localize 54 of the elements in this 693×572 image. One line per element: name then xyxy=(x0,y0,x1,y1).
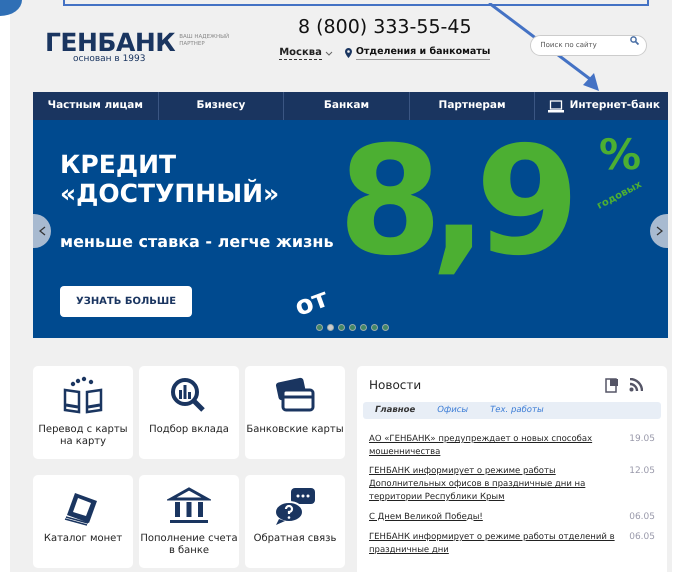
service-label: Пополнение счета в банке xyxy=(139,532,239,556)
news-tab[interactable]: Тех. работы xyxy=(490,404,544,417)
news-date: 06.05 xyxy=(629,531,655,544)
chevron-right-icon xyxy=(656,226,662,236)
rss-icon[interactable] xyxy=(629,378,643,392)
laptop-icon xyxy=(548,100,564,112)
rate-prefix: от xyxy=(292,285,332,321)
service-tile[interactable]: Пополнение счета в банке xyxy=(139,474,239,568)
carousel-dot[interactable] xyxy=(382,324,389,331)
news-date: 06.05 xyxy=(629,510,655,524)
search-icon[interactable] xyxy=(630,36,640,45)
carousel-dot[interactable] xyxy=(349,324,356,331)
chevron-left-icon xyxy=(38,226,46,236)
carousel-dot[interactable] xyxy=(327,324,334,331)
news-date: 19.05 xyxy=(629,432,655,446)
service-label: Банковские карты xyxy=(246,424,344,436)
carousel-dot[interactable] xyxy=(338,324,345,331)
carousel-dot[interactable] xyxy=(360,324,367,331)
phone-number: 8 (800) 333-55-45 xyxy=(298,18,472,37)
banner-subtitle: меньше ставка - легче жизнь xyxy=(60,231,334,253)
carousel-left-button[interactable] xyxy=(33,214,51,248)
carousel-dot[interactable] xyxy=(371,324,378,331)
news-tab[interactable]: Офисы xyxy=(437,404,468,417)
banner-title: КРЕДИТ xyxy=(60,149,176,179)
learn-more-button[interactable]: УЗНАТЬ БОЛЬШЕ xyxy=(60,286,192,317)
banner-title: «ДОСТУПНЫЙ» xyxy=(60,178,280,210)
news-link[interactable]: ГЕНБАНК информирует о режиме работы Дополнительных офисов в праздничные дни на территории Республики Крым xyxy=(369,465,618,504)
rate-number: 8,9 xyxy=(338,124,570,282)
subscribe-icon[interactable] xyxy=(605,378,619,392)
percent-sign: % xyxy=(599,134,642,176)
service-label: Подбор вклада xyxy=(149,424,229,436)
service-tile[interactable]: Обратная связь xyxy=(245,474,345,568)
news-tab[interactable]: Главное xyxy=(375,404,416,417)
city-selector[interactable]: Москва xyxy=(279,46,322,60)
service-tile[interactable]: Каталог монет xyxy=(33,474,133,568)
service-label: Обратная связь xyxy=(254,532,336,544)
service-tile[interactable]: Перевод с карты на карту xyxy=(33,366,133,459)
bank-logo[interactable]: ГЕНБАНК xyxy=(45,30,176,55)
founded-caption: основан в 1993 xyxy=(73,55,146,64)
caret-icon xyxy=(324,50,333,56)
news-date: 12.05 xyxy=(629,465,655,478)
nav-item[interactable]: Интернет-банк xyxy=(535,92,668,120)
service-tile[interactable]: Банковские карты xyxy=(245,366,345,459)
service-label: Каталог монет xyxy=(44,532,122,544)
service-tile[interactable]: Подбор вклада xyxy=(139,366,239,459)
news-link[interactable]: С Днем Великой Победы! xyxy=(369,510,483,524)
carousel-dot[interactable] xyxy=(316,324,323,331)
offices-link[interactable]: Отделения и банкоматы xyxy=(356,46,490,60)
location-pin-icon xyxy=(344,48,352,58)
service-label: Перевод с карты на карту xyxy=(37,424,129,448)
news-link[interactable]: АО «ГЕНБАНК» предупреждает о новых способах мошенничества xyxy=(369,432,618,458)
news-link[interactable]: ГЕНБАНК информирует о режиме работы отделений в праздничные дни xyxy=(369,531,618,556)
news-title: Новости xyxy=(369,377,422,394)
carousel-right-button[interactable] xyxy=(650,214,668,248)
